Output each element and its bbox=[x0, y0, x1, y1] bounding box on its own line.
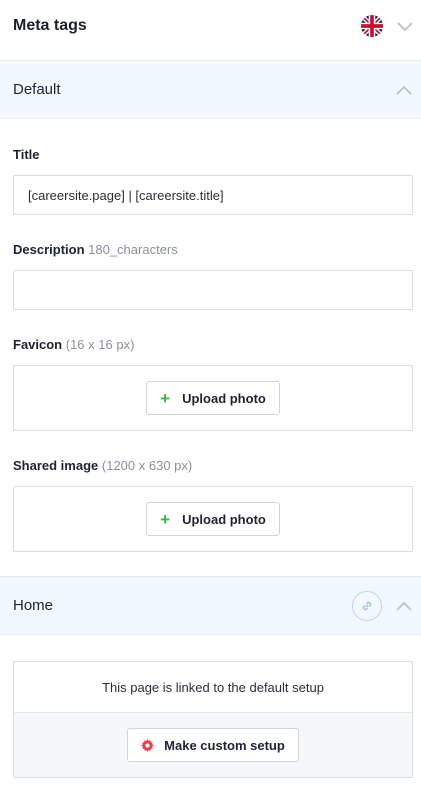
description-label: Description 180_characters bbox=[13, 242, 178, 257]
chevron-up-icon[interactable] bbox=[395, 597, 413, 615]
favicon-upload-button[interactable]: + Upload photo bbox=[146, 381, 280, 415]
section-default[interactable]: Default bbox=[0, 60, 421, 119]
custom-button-label: Make custom setup bbox=[164, 737, 285, 753]
favicon-hint: (16 x 16 px) bbox=[65, 337, 135, 352]
section-label-home: Home bbox=[13, 597, 54, 614]
make-custom-setup-button[interactable]: Make custom setup bbox=[127, 728, 299, 762]
gear-icon bbox=[141, 738, 155, 752]
upload-button-label: Upload photo bbox=[182, 511, 266, 527]
plus-icon: + bbox=[160, 388, 171, 408]
favicon-label: Favicon (16 x 16 px) bbox=[13, 337, 134, 352]
section-home[interactable]: Home bbox=[0, 576, 421, 635]
title-input[interactable]: [careersite.page] | [careersite.title] bbox=[13, 175, 413, 215]
shared-image-label: Shared image (1200 x 630 px) bbox=[13, 458, 192, 473]
description-input[interactable] bbox=[13, 270, 413, 310]
description-hint: 180_characters bbox=[88, 242, 178, 257]
description-label-text: Description bbox=[13, 242, 85, 257]
meta-tags-header: Meta tags bbox=[0, 0, 421, 52]
shared-image-upload-button[interactable]: + Upload photo bbox=[146, 502, 280, 536]
plus-icon: + bbox=[160, 509, 171, 529]
chevron-up-icon[interactable] bbox=[395, 81, 413, 99]
uk-flag-icon[interactable] bbox=[361, 15, 383, 37]
linked-message: This page is linked to the default setup bbox=[14, 662, 412, 713]
linked-setup-box: This page is linked to the default setup… bbox=[13, 661, 413, 778]
chevron-down-icon[interactable] bbox=[396, 17, 414, 35]
favicon-upload-box: + Upload photo bbox=[13, 365, 413, 431]
shared-image-label-text: Shared image bbox=[13, 458, 99, 473]
title-label-text: Title bbox=[13, 147, 40, 162]
shared-image-hint: (1200 x 630 px) bbox=[101, 458, 193, 473]
section-label-default: Default bbox=[13, 81, 61, 98]
upload-button-label: Upload photo bbox=[182, 390, 266, 406]
title-input-value: [careersite.page] | [careersite.title] bbox=[28, 187, 224, 203]
favicon-label-text: Favicon bbox=[13, 337, 63, 352]
page-title: Meta tags bbox=[13, 17, 87, 34]
title-label: Title bbox=[13, 147, 40, 162]
link-icon[interactable] bbox=[352, 591, 382, 621]
shared-image-upload-box: + Upload photo bbox=[13, 486, 413, 552]
linked-footer: Make custom setup bbox=[14, 713, 412, 777]
